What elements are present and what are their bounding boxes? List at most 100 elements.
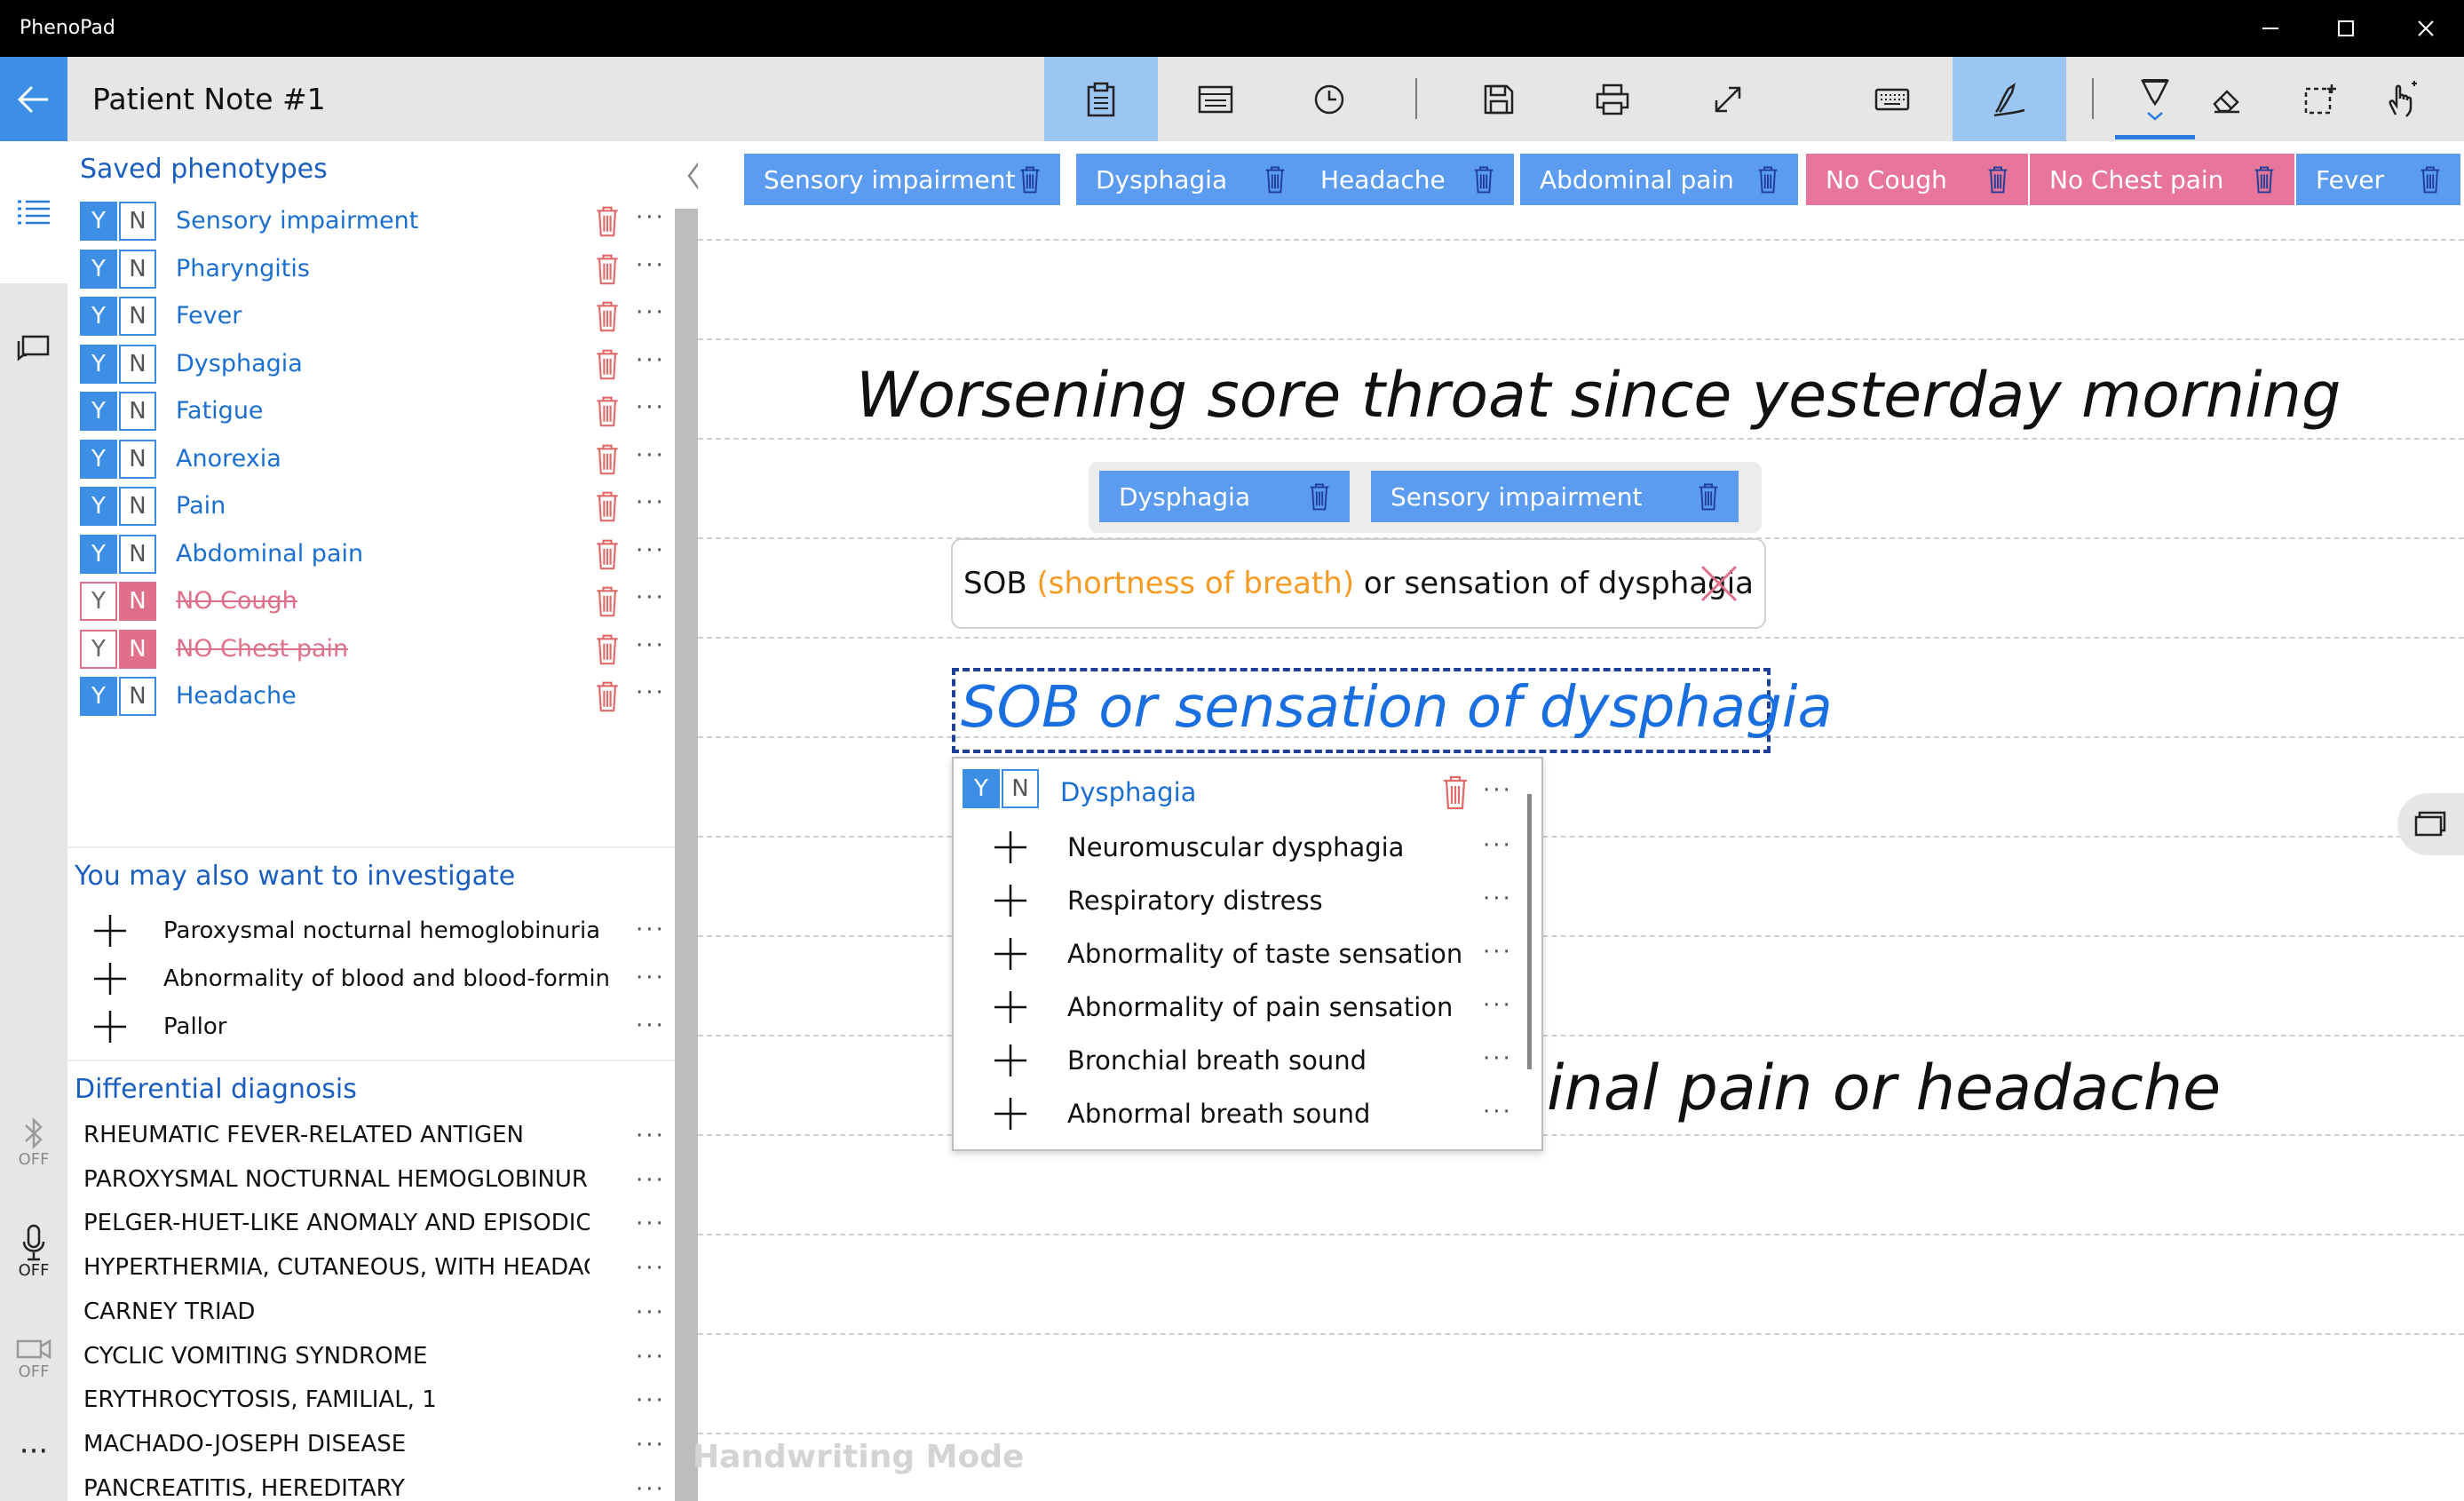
popup-suggestion-row[interactable]: Abnormal breath sound ··· [963,1087,1531,1140]
more-options-button[interactable]: ··· [636,1378,666,1424]
bluetooth-toggle[interactable]: OFF [0,1093,67,1191]
delete-phenotype-button[interactable] [595,395,620,427]
no-toggle[interactable]: N [119,344,156,384]
no-toggle[interactable]: N [119,629,156,669]
more-options-button[interactable]: ··· [1483,1089,1513,1135]
chip-abdominal-pain[interactable]: Abdominal pain [1520,154,1798,205]
popup-suggestion-row[interactable]: Neuromuscular dysphagia ··· [963,821,1531,874]
more-options-button[interactable]: ··· [636,338,666,384]
saved-phenotype-label[interactable]: Fatigue [176,388,264,434]
saved-phenotype-label[interactable]: Anorexia [176,436,281,482]
no-toggle[interactable]: N [119,582,156,621]
more-options-button[interactable]: ··· [636,955,666,1001]
chip-sensory-impairment[interactable]: Sensory impairment [744,154,1060,205]
trash-icon[interactable] [1698,482,1719,511]
delete-phenotype-button[interactable] [595,585,620,617]
saved-phenotype-label[interactable]: Fever [176,293,242,339]
touch-mode-button[interactable] [2361,57,2441,141]
delete-phenotype-button[interactable] [595,253,620,285]
lasso-select-button[interactable] [2279,57,2359,141]
more-options-button[interactable]: ··· [636,575,666,621]
popup-suggestion-row[interactable]: Bronchial breath sound ··· [963,1034,1531,1087]
diagnosis-row[interactable]: PANCREATITIS, HEREDITARY ··· [83,1466,669,1501]
overview-button[interactable] [1162,57,1269,141]
no-toggle[interactable]: N [119,534,156,574]
diagnosis-row[interactable]: CYCLIC VOMITING SYNDROME ··· [83,1334,669,1378]
more-options-button[interactable]: ··· [1483,1036,1513,1082]
yes-toggle[interactable]: Y [80,534,117,574]
chip-fever[interactable]: Fever [2296,154,2460,205]
saved-phenotype-label[interactable]: Sensory impairment [176,198,418,244]
diagnosis-row[interactable]: PELGER-HUET-LIKE ANOMALY AND EPISODIC FE… [83,1201,669,1245]
no-toggle[interactable]: N [119,487,156,526]
yes-toggle[interactable]: Y [80,249,117,289]
back-button[interactable] [0,57,67,141]
more-options-button[interactable]: ··· [636,907,666,953]
more-options-button[interactable]: ··· [1483,876,1513,922]
more-options-button[interactable]: ··· [636,1290,666,1336]
more-options-button[interactable]: ··· [1483,929,1513,975]
add-phenotype-button[interactable] [993,989,1028,1025]
more-options-button[interactable]: ··· [636,1422,666,1468]
chip-headache[interactable]: Headache [1301,154,1514,205]
no-toggle[interactable]: N [119,439,156,479]
popup-suggestion-row[interactable]: Abnormality of pain sensation ··· [963,981,1531,1034]
trash-icon[interactable] [1264,165,1286,194]
save-button[interactable] [1446,57,1552,141]
yes-toggle[interactable]: Y [80,629,117,669]
trash-icon[interactable] [1757,165,1779,194]
handwriting-button[interactable] [1953,57,2066,141]
yes-toggle[interactable]: Y [80,439,117,479]
more-options-button[interactable]: ··· [636,528,666,574]
no-toggle[interactable]: N [119,202,156,241]
add-phenotype-button[interactable] [92,961,128,997]
yes-toggle[interactable]: Y [80,677,117,716]
add-phenotype-button[interactable] [993,883,1028,918]
toggle-side-view-button[interactable] [2397,793,2464,855]
more-options-button[interactable]: ··· [636,242,666,289]
saved-phenotype-label[interactable]: Abdominal pain [176,531,363,577]
more-options-button[interactable]: ··· [1483,822,1513,869]
diagnosis-row[interactable]: MACHADO-JOSEPH DISEASE ··· [83,1422,669,1466]
popup-suggestion-row[interactable]: Abnormality of taste sensation ··· [963,927,1531,981]
eraser-button[interactable] [2187,57,2267,141]
phenotype-list-tab[interactable] [0,141,67,283]
yes-toggle[interactable]: Y [80,344,117,384]
notes-view-button[interactable] [1044,57,1158,141]
no-toggle[interactable]: N [119,392,156,431]
delete-phenotype-button[interactable] [595,205,620,237]
more-options-button[interactable]: ··· [636,385,666,431]
more-options-button[interactable]: ··· [636,1466,666,1501]
suggest-chip-sensory-impairment[interactable]: Sensory impairment [1371,471,1739,522]
popup-main-more[interactable]: ··· [1483,767,1513,814]
saved-phenotype-label[interactable]: NO Cough [176,578,297,624]
popup-scrollbar[interactable] [1527,794,1532,1069]
print-button[interactable] [1559,57,1666,141]
more-options-button[interactable]: ··· [636,1157,666,1203]
saved-phenotype-label[interactable]: Headache [176,673,297,719]
add-phenotype-button[interactable] [993,830,1028,865]
no-toggle[interactable]: N [119,249,156,289]
minimize-button[interactable] [2235,0,2306,57]
trash-icon[interactable] [1987,165,2008,194]
no-toggle[interactable]: N [1002,769,1039,808]
popup-trash-button[interactable] [1442,774,1469,810]
more-options-button[interactable]: ··· [636,1245,666,1291]
add-phenotype-button[interactable] [92,1009,128,1044]
more-options-button[interactable]: ··· [636,1003,666,1049]
more-options-button[interactable]: ··· [636,195,666,241]
diagnosis-row[interactable]: CARNEY TRIAD ··· [83,1290,669,1334]
saved-phenotype-label[interactable]: Dysphagia [176,341,303,387]
history-button[interactable] [1276,57,1383,141]
trash-icon[interactable] [1309,482,1330,511]
more-options-button[interactable]: ··· [636,290,666,336]
more-options-button[interactable]: ··· [636,623,666,669]
diagnosis-row[interactable]: HYPERTHERMIA, CUTANEOUS, WITH HEADACHES ·… [83,1245,669,1290]
dismiss-recognition-button[interactable] [1699,563,1739,604]
trash-icon[interactable] [1473,165,1494,194]
suggest-chip-dysphagia[interactable]: Dysphagia [1099,471,1350,522]
delete-phenotype-button[interactable] [595,348,620,380]
popup-suggestion-row[interactable]: Respiratory distress ··· [963,874,1531,927]
more-options-button[interactable]: ··· [1483,982,1513,1028]
delete-phenotype-button[interactable] [595,538,620,570]
